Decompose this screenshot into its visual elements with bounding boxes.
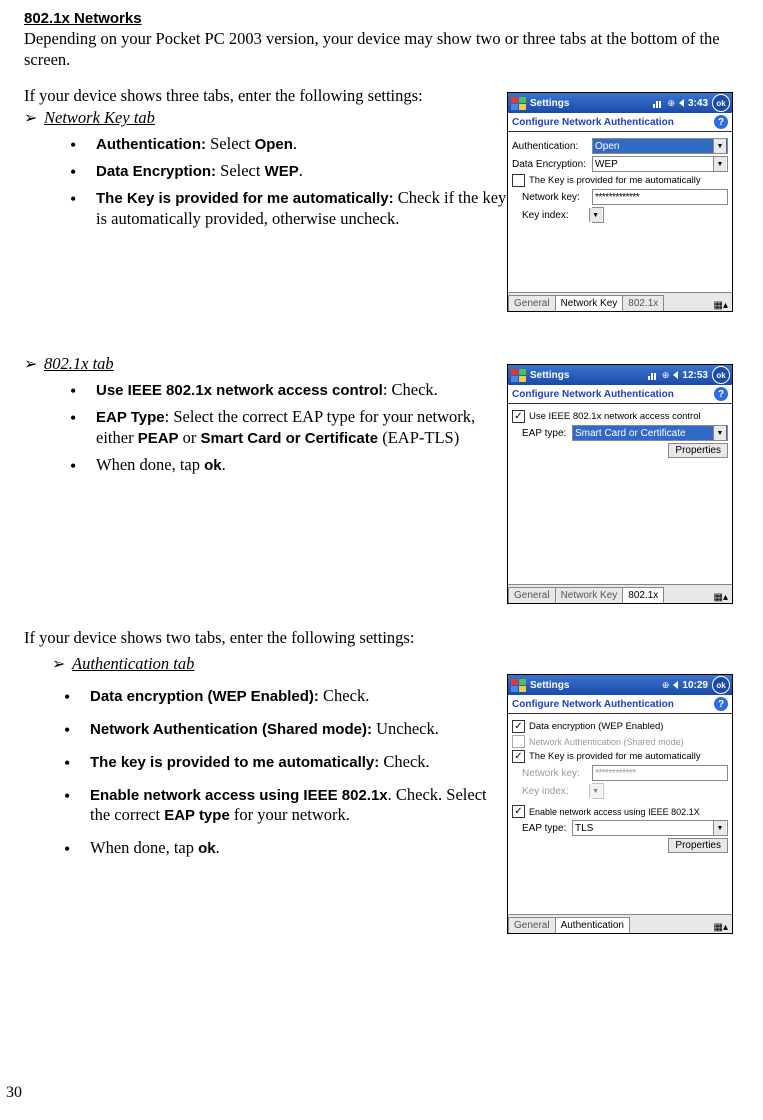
intro-text: Depending on your Pocket PC 2003 version… bbox=[24, 29, 733, 70]
tab-general[interactable]: General bbox=[508, 587, 556, 603]
connect-icon: ⊕ bbox=[662, 370, 670, 381]
document-page: 802.1x Networks Depending on your Pocket… bbox=[0, 0, 763, 934]
help-icon[interactable]: ? bbox=[714, 697, 728, 711]
bullet-done-ok-1: When done, tap ok. bbox=[70, 455, 507, 476]
tab-general[interactable]: General bbox=[508, 295, 556, 311]
bullet-eap-type: EAP Type: Select the correct EAP type fo… bbox=[70, 407, 507, 449]
tab-authentication[interactable]: Authentication bbox=[555, 917, 630, 933]
tab-network-key[interactable]: Network Key bbox=[555, 295, 624, 311]
three-tabs-intro: If your device shows three tabs, enter t… bbox=[24, 86, 507, 106]
keyboard-icon[interactable]: ▦▴ bbox=[710, 922, 732, 933]
key-index-dropdown[interactable]: 1 bbox=[592, 207, 604, 223]
section-title: 802.1x Networks bbox=[24, 10, 733, 27]
keyboard-icon[interactable]: ▦▴ bbox=[710, 300, 732, 311]
keyboard-icon[interactable]: ▦▴ bbox=[710, 592, 732, 603]
enable-8021x-checkbox[interactable]: ✓ bbox=[512, 805, 525, 818]
enc-dropdown[interactable]: WEP bbox=[592, 156, 728, 172]
tab-8021x[interactable]: 802.1x bbox=[622, 587, 664, 603]
bullet-key-provided-2: The key is provided to me automatically:… bbox=[64, 752, 507, 773]
key-prov-checkbox[interactable]: ✓ bbox=[512, 750, 525, 763]
eap-type-dropdown[interactable]: Smart Card or Certificate bbox=[572, 425, 728, 441]
network-key-label: Network key: bbox=[522, 768, 592, 779]
pda-title: Settings bbox=[530, 680, 662, 691]
8021x-heading: ➢ 802.1x tab bbox=[24, 354, 507, 374]
pda-screenshot-network-key: Settings ⊕ 3:43 ok Configure Network Aut… bbox=[507, 92, 733, 312]
signal-icon bbox=[653, 98, 663, 108]
arrow-icon: ➢ bbox=[24, 108, 40, 128]
clock: 10:29 bbox=[682, 680, 708, 691]
tab-general[interactable]: General bbox=[508, 917, 556, 933]
eap-type-label: EAP type: bbox=[522, 428, 572, 439]
enc-label: Data Encryption: bbox=[512, 159, 592, 170]
network-key-label: Network key: bbox=[522, 192, 592, 203]
bullet-done-ok-2: When done, tap ok. bbox=[64, 838, 507, 859]
key-provided-checkbox[interactable] bbox=[512, 174, 525, 187]
tab-network-key[interactable]: Network Key bbox=[555, 587, 624, 603]
clock: 12:53 bbox=[682, 370, 708, 381]
arrow-icon: ➢ bbox=[52, 654, 68, 674]
speaker-icon bbox=[673, 681, 678, 689]
signal-icon bbox=[648, 370, 658, 380]
bullet-data-encryption: Data encryption (WEP Enabled): Check. bbox=[64, 686, 507, 707]
ok-button[interactable]: ok bbox=[712, 676, 730, 694]
help-icon[interactable]: ? bbox=[714, 115, 728, 129]
pda-screenshot-8021x: Settings ⊕ 12:53 ok Configure Network Au… bbox=[507, 364, 733, 604]
pda-title: Settings bbox=[530, 98, 653, 109]
speaker-icon bbox=[673, 371, 678, 379]
data-enc-checkbox[interactable]: ✓ bbox=[512, 720, 525, 733]
start-icon[interactable] bbox=[510, 96, 526, 110]
key-index-label: Key index: bbox=[522, 210, 592, 221]
bullet-network-auth: Network Authentication (Shared mode): Un… bbox=[64, 719, 507, 740]
auth-dropdown[interactable]: Open bbox=[592, 138, 728, 154]
network-key-input[interactable]: ************* bbox=[592, 189, 728, 205]
ok-button[interactable]: ok bbox=[712, 94, 730, 112]
pda-subtitle-bar: Configure Network Authentication ? bbox=[508, 695, 732, 714]
key-index-dropdown: 1 bbox=[592, 783, 604, 799]
bullet-auth: Authentication: Select Open. bbox=[70, 134, 507, 155]
net-auth-checkbox bbox=[512, 735, 525, 748]
pda-subtitle-bar: Configure Network Authentication ? bbox=[508, 113, 732, 132]
arrow-icon: ➢ bbox=[24, 354, 40, 374]
auth-tab-heading: ➢ Authentication tab bbox=[52, 654, 507, 674]
help-icon[interactable]: ? bbox=[714, 387, 728, 401]
pda-subtitle-bar: Configure Network Authentication ? bbox=[508, 385, 732, 404]
use-ieee-checkbox[interactable]: ✓ bbox=[512, 410, 525, 423]
bullet-use-ieee: Use IEEE 802.1x network access control: … bbox=[70, 380, 507, 401]
properties-button[interactable]: Properties bbox=[668, 443, 728, 458]
bullet-encryption: Data Encryption: Select WEP. bbox=[70, 161, 507, 182]
bullet-enable-8021x: Enable network access using IEEE 802.1x.… bbox=[64, 785, 507, 827]
pda-title: Settings bbox=[530, 370, 648, 381]
pda-screenshot-authentication: Settings ⊕ 10:29 ok Configure Network Au… bbox=[507, 674, 733, 934]
pda-titlebar: Settings ⊕ 12:53 ok bbox=[508, 365, 732, 385]
page-number: 30 bbox=[6, 1084, 22, 1102]
ok-button[interactable]: ok bbox=[712, 366, 730, 384]
eap-type-label: EAP type: bbox=[522, 823, 572, 834]
bullet-key-provided: The Key is provided for me automatically… bbox=[70, 188, 507, 229]
connect-icon: ⊕ bbox=[662, 680, 670, 691]
speaker-icon bbox=[679, 99, 684, 107]
network-key-heading: ➢ Network Key tab bbox=[24, 108, 507, 128]
connect-icon: ⊕ bbox=[667, 98, 675, 109]
tab-8021x[interactable]: 802.1x bbox=[622, 295, 664, 311]
key-index-label: Key index: bbox=[522, 786, 592, 797]
auth-label: Authentication: bbox=[512, 141, 592, 152]
eap-type-dropdown[interactable]: TLS bbox=[572, 820, 728, 836]
pda-titlebar: Settings ⊕ 10:29 ok bbox=[508, 675, 732, 695]
clock: 3:43 bbox=[688, 98, 708, 109]
properties-button[interactable]: Properties bbox=[668, 838, 728, 853]
network-key-input: ************ bbox=[592, 765, 728, 781]
two-tabs-intro: If your device shows two tabs, enter the… bbox=[24, 628, 733, 648]
pda-titlebar: Settings ⊕ 3:43 ok bbox=[508, 93, 732, 113]
start-icon[interactable] bbox=[510, 368, 526, 382]
start-icon[interactable] bbox=[510, 678, 526, 692]
